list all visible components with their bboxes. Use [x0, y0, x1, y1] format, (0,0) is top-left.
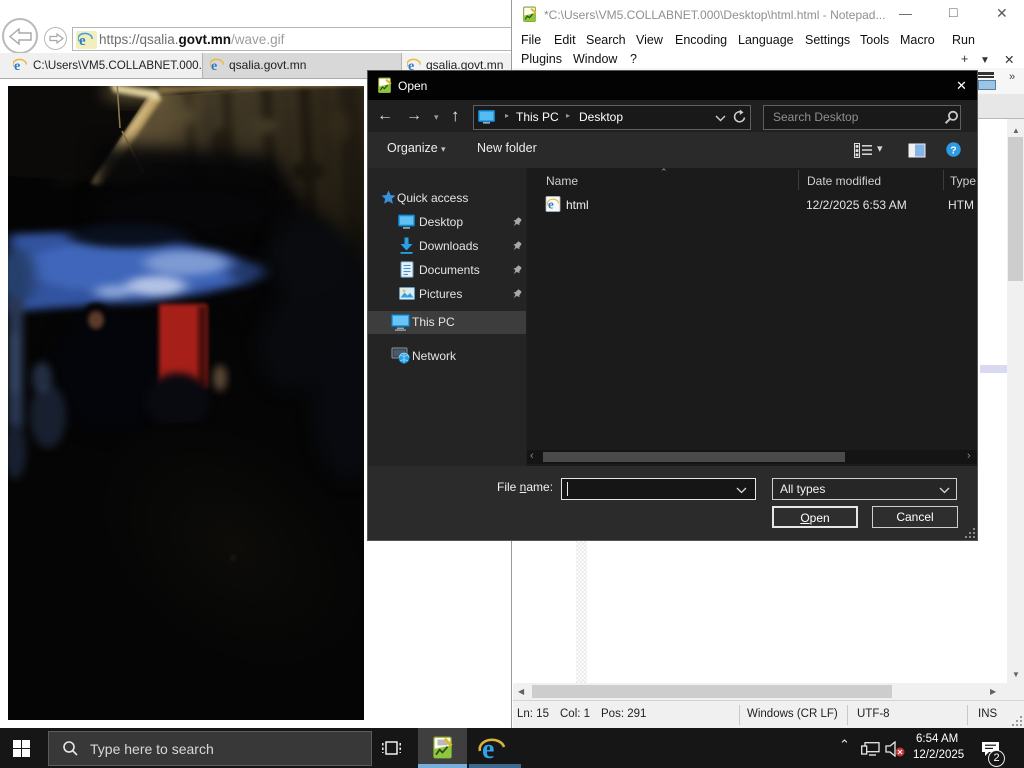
- svg-text:e: e: [482, 734, 494, 762]
- svg-text:?: ?: [950, 145, 956, 157]
